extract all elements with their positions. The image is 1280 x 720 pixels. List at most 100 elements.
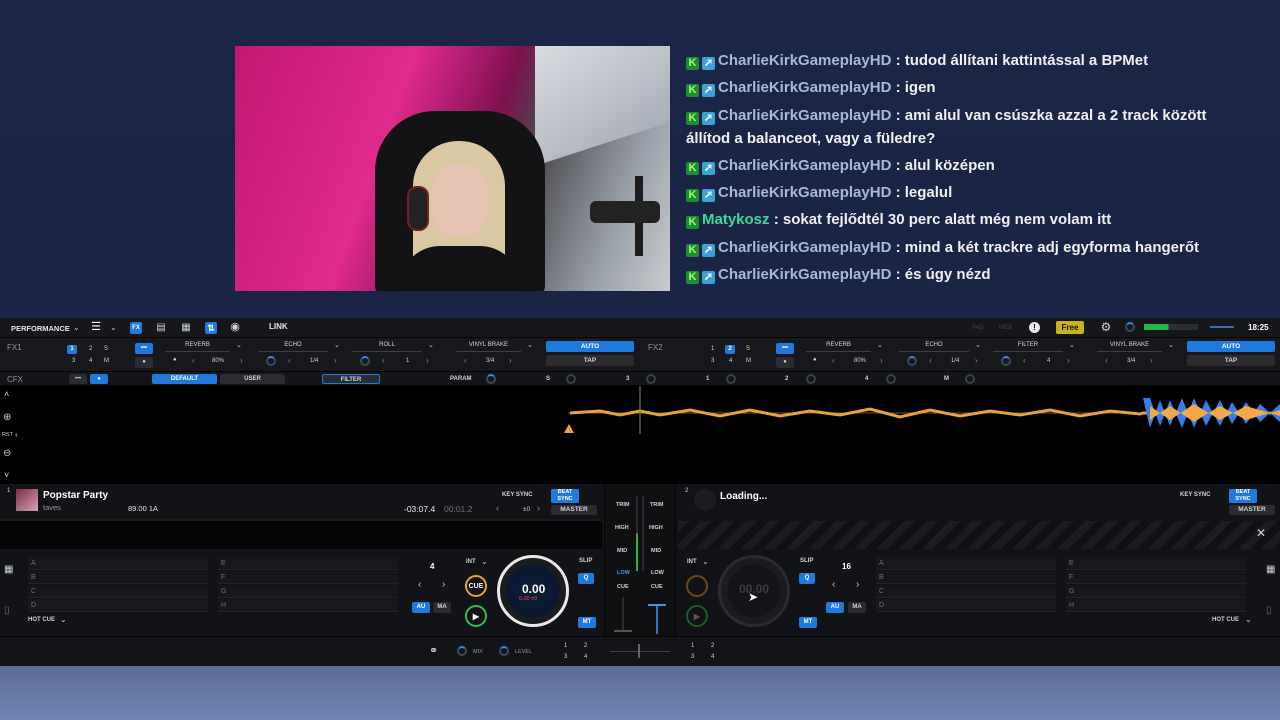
chevron-left-icon[interactable]: ‹	[288, 356, 291, 365]
headphones-icon[interactable]: ⚭	[429, 644, 438, 657]
deck1-mt-button[interactable]: MT	[578, 617, 596, 628]
chevron-left-icon[interactable]: ‹	[192, 356, 195, 365]
fx2-deck-s[interactable]: S	[746, 346, 750, 352]
xfader-assign-4[interactable]: 4	[584, 654, 587, 660]
hotcue-pad[interactable]: F	[218, 571, 398, 584]
deck2-au-button[interactable]: AU	[826, 602, 844, 613]
chevron-up-icon[interactable]: ˄	[4, 389, 9, 399]
deck2-beat-sync[interactable]: BEAT SYNC	[1229, 489, 1257, 503]
chat-username[interactable]: CharlieKirkGameplayHD	[718, 239, 891, 256]
fx1-slot1-toggle[interactable]: ●	[173, 357, 177, 363]
deck2-key-sync[interactable]: KEY SYNC	[1180, 492, 1211, 498]
deck2-master-button[interactable]: MASTER	[1229, 505, 1275, 515]
chevron-down-icon[interactable]: ⌄	[1069, 341, 1075, 349]
deck1-slip-button[interactable]: SLIP	[579, 558, 592, 564]
hotcue-pad[interactable]: D	[28, 599, 208, 612]
xfader-assign-1[interactable]: 1	[564, 643, 567, 649]
xfader-assign-b1[interactable]: 1	[691, 643, 694, 649]
deck2-ma-button[interactable]: MA	[848, 602, 866, 613]
hotcue-pad[interactable]: C	[28, 585, 208, 598]
deck1-volume-fader[interactable]	[622, 597, 624, 632]
chevron-right-icon[interactable]: ›	[1067, 356, 1070, 365]
xfader-assign-3[interactable]: 3	[564, 654, 567, 660]
xfader-assign-b4[interactable]: 4	[711, 654, 714, 660]
chevron-down-icon[interactable]: ⌄	[73, 323, 80, 332]
cfx-2-knob[interactable]	[806, 374, 816, 384]
fx1-slot3-name[interactable]: ROLL	[352, 342, 422, 352]
chat-username[interactable]: CharlieKirkGameplayHD	[718, 107, 891, 124]
waveform[interactable]	[560, 386, 1280, 446]
deck1-hotcue-mode[interactable]: HOT CUE	[28, 617, 55, 623]
fx1-deck-m[interactable]: M	[104, 358, 109, 364]
fx1-slot1-name[interactable]: REVERB	[165, 342, 230, 352]
chevron-left-icon[interactable]: ‹	[1023, 356, 1026, 365]
chevron-right-icon[interactable]: ›	[856, 579, 859, 590]
fx1-slot2-name[interactable]: ECHO	[258, 342, 328, 352]
deck1-beat-sync[interactable]: BEAT SYNC	[551, 489, 579, 503]
cfx-more-button[interactable]: •••	[69, 374, 87, 384]
deck1-master-button[interactable]: MASTER	[551, 505, 597, 515]
chevron-down-icon[interactable]: ⌄	[110, 323, 117, 332]
chevron-left-icon[interactable]: ‹	[464, 356, 467, 365]
fx1-beat-button[interactable]: ●	[135, 357, 153, 368]
grid-icon[interactable]: ▦	[4, 564, 13, 575]
cfx-default-tab[interactable]: DEFAULT	[152, 374, 217, 384]
master-knob[interactable]	[1125, 322, 1135, 332]
hotcue-pad[interactable]: B	[28, 571, 208, 584]
fx2-deck-3[interactable]: 3	[711, 358, 714, 364]
chevron-right-icon[interactable]: ›	[880, 356, 883, 365]
master-volume-slider[interactable]	[1210, 326, 1234, 328]
grid-icon[interactable]: ▦	[180, 322, 192, 334]
fx1-deck-2[interactable]: 2	[89, 346, 92, 352]
equalizer-icon[interactable]: ▯	[1266, 605, 1272, 616]
link-button[interactable]: LINK	[269, 322, 288, 331]
chevron-left-icon[interactable]: ‹	[418, 579, 421, 590]
chevron-right-icon[interactable]: ›	[1150, 356, 1153, 365]
zoom-in-icon[interactable]: ⊕	[3, 412, 11, 423]
deck2-hotcue-mode[interactable]: HOT CUE	[1212, 617, 1239, 623]
chat-username[interactable]: CharlieKirkGameplayHD	[718, 52, 891, 69]
deck1-cue-button[interactable]: CUE	[465, 575, 487, 597]
fx2-slot1-toggle[interactable]: ●	[813, 357, 817, 363]
chevron-down-icon[interactable]: ⌄	[481, 557, 488, 566]
hotcue-pad[interactable]: A	[876, 557, 1056, 570]
deck1-ma-button[interactable]: MA	[433, 602, 451, 613]
deck1-fader-cap[interactable]	[614, 630, 632, 632]
chevron-down-icon[interactable]: ˅	[4, 470, 9, 480]
deck2-slip-button[interactable]: SLIP	[800, 558, 813, 564]
fx1-slot3-knob[interactable]	[360, 356, 370, 366]
deck1-int-button[interactable]: INT	[466, 559, 476, 565]
fx2-deck-1[interactable]: 1	[711, 346, 714, 352]
deck2-mt-button[interactable]: MT	[799, 617, 817, 628]
hotcue-pad[interactable]: E	[218, 557, 398, 570]
chevron-right-icon[interactable]: ›	[334, 356, 337, 365]
fx1-auto-button[interactable]: AUTO	[546, 341, 634, 352]
fx-view-icon[interactable]: FX	[130, 322, 142, 334]
record-icon[interactable]: ◉	[229, 321, 241, 333]
hotcue-pad[interactable]: E	[1066, 557, 1246, 570]
fx1-more-button[interactable]: •••	[135, 343, 153, 354]
deck2-volume-fader[interactable]	[656, 604, 658, 634]
fx1-deck-4[interactable]: 4	[89, 358, 92, 364]
chevron-left-icon[interactable]: ‹	[382, 356, 385, 365]
chevron-right-icon[interactable]: ›	[426, 356, 429, 365]
cfx-s-knob[interactable]	[566, 374, 576, 384]
deck1-key-sync[interactable]: KEY SYNC	[502, 492, 533, 498]
fx1-deck-3[interactable]: 3	[72, 358, 75, 364]
fx1-deck-1[interactable]: 1	[67, 345, 77, 354]
cfx-toggle[interactable]: ●	[90, 374, 108, 384]
chevron-right-icon[interactable]: ›	[442, 579, 445, 590]
crossfader-cap[interactable]	[638, 644, 640, 658]
fx1-deck-s[interactable]: S	[104, 346, 108, 352]
crossfader[interactable]	[610, 651, 670, 652]
cfx-m-knob[interactable]	[965, 374, 975, 384]
deck2-cue-button[interactable]	[686, 575, 708, 597]
hotcue-pad[interactable]: G	[218, 585, 398, 598]
deck2-fader-cap[interactable]	[648, 604, 666, 606]
chat-username[interactable]: CharlieKirkGameplayHD	[718, 266, 891, 283]
fx1-slot2-knob[interactable]	[266, 356, 276, 366]
mixer-cue-1[interactable]: CUE	[617, 584, 629, 590]
mode-selector[interactable]: PERFORMANCE	[11, 324, 70, 333]
chevron-left-icon[interactable]: ‹	[929, 356, 932, 365]
hotcue-pad[interactable]: H	[218, 599, 398, 612]
